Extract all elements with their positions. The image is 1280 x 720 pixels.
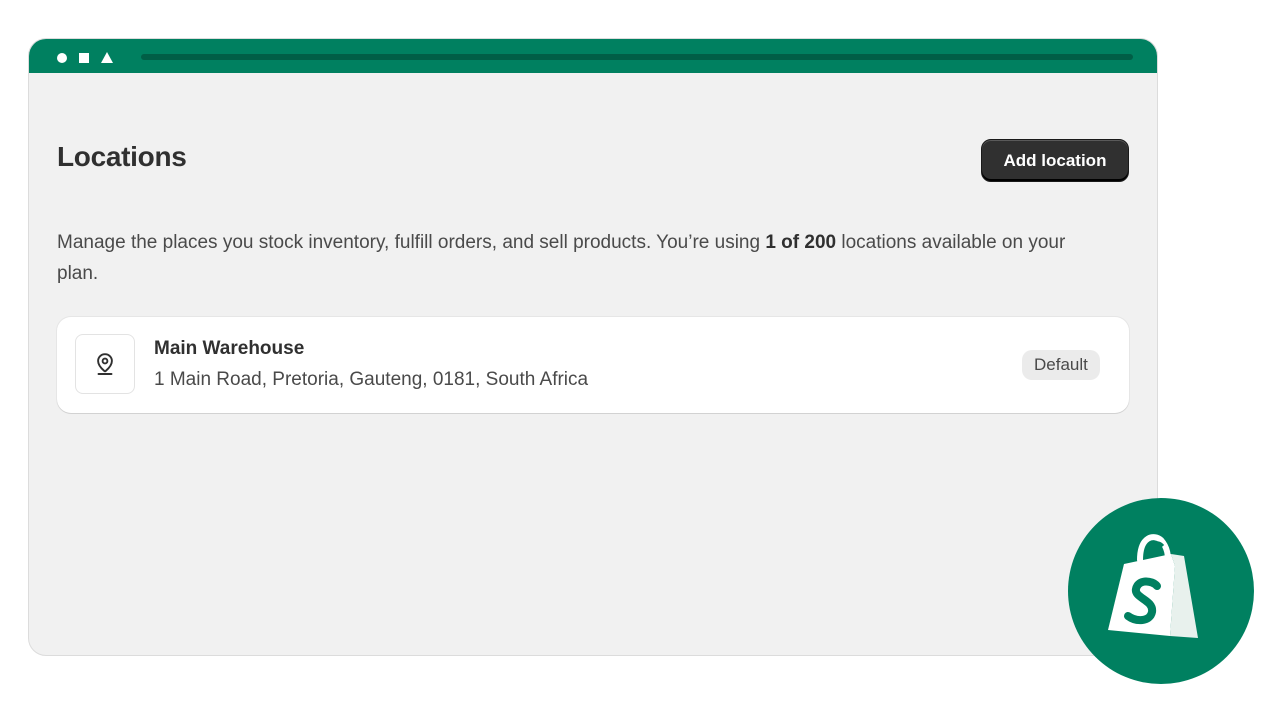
location-card[interactable]: Main Warehouse 1 Main Road, Pretoria, Ga… bbox=[57, 317, 1129, 413]
square-icon bbox=[79, 53, 89, 63]
location-pin-icon bbox=[97, 353, 113, 375]
page-title: Locations bbox=[57, 141, 187, 172]
triangle-icon bbox=[101, 52, 113, 63]
shopify-logo bbox=[1068, 498, 1254, 684]
window-titlebar bbox=[29, 39, 1157, 73]
default-badge: Default bbox=[1022, 350, 1100, 380]
location-usage-count: 1 of 200 bbox=[765, 232, 837, 253]
description-text-before: Manage the places you stock inventory, f… bbox=[57, 232, 766, 253]
circle-icon bbox=[57, 53, 67, 63]
location-address: 1 Main Road, Pretoria, Gauteng, 0181, So… bbox=[154, 369, 589, 390]
address-bar[interactable] bbox=[141, 54, 1133, 60]
location-name: Main Warehouse bbox=[154, 338, 305, 359]
page-description: Manage the places you stock inventory, f… bbox=[57, 227, 1097, 289]
browser-window: Locations Add location Manage the places… bbox=[28, 38, 1158, 656]
location-icon-box bbox=[75, 334, 135, 394]
add-location-button[interactable]: Add location bbox=[981, 139, 1129, 182]
